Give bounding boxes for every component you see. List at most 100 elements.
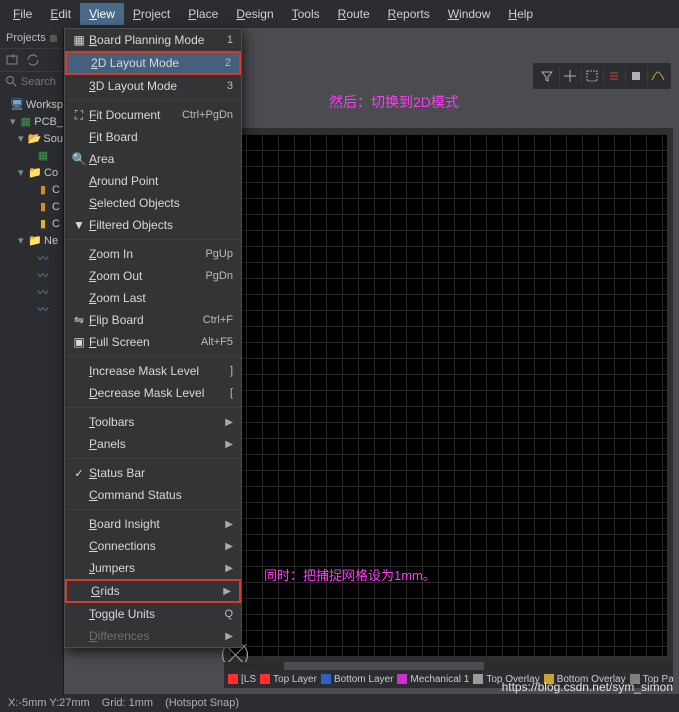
menu-item-grids[interactable]: Grids▶ — [65, 579, 241, 603]
menu-item-flip-board[interactable]: ⇋Flip BoardCtrl+F — [65, 309, 241, 331]
menu-separator — [65, 356, 241, 357]
fit-icon: ⛶ — [75, 108, 83, 123]
filter-icon[interactable] — [537, 67, 557, 85]
tree-row[interactable]: ▾▦PCB_ — [0, 113, 63, 130]
projects-header[interactable]: Projects — [0, 28, 63, 49]
menu-item-jumpers[interactable]: Jumpers▶ — [65, 557, 241, 579]
menu-item-selected-objects[interactable]: Selected Objects — [65, 192, 241, 214]
menubar: FileEditViewProjectPlaceDesignToolsRoute… — [0, 0, 679, 28]
tree-row[interactable]: 〰 — [0, 249, 63, 266]
menu-item-toggle-units[interactable]: Toggle UnitsQ — [65, 603, 241, 625]
menu-item-fit-board[interactable]: Fit Board — [65, 126, 241, 148]
menu-item-panels[interactable]: Panels▶ — [65, 433, 241, 455]
menu-item-zoom-out[interactable]: Zoom OutPgDn — [65, 265, 241, 287]
menu-view[interactable]: View — [80, 3, 124, 25]
menu-item-differences: Differences▶ — [65, 625, 241, 647]
status-snap: (Hotspot Snap) — [165, 697, 239, 709]
area-icon: 🔍 — [72, 152, 87, 166]
filter-icon: ▼ — [73, 218, 85, 232]
panel-options-icon[interactable] — [50, 35, 57, 42]
tree-row[interactable]: ▾📂Sou — [0, 130, 63, 147]
projects-title: Projects — [6, 32, 46, 44]
menu-item-decrease-mask-level[interactable]: Decrease Mask Level[ — [65, 382, 241, 404]
tree-row[interactable]: ▦ — [0, 147, 63, 164]
scrollbar-thumb[interactable] — [284, 662, 484, 670]
tree-row[interactable]: 〰 — [0, 300, 63, 317]
check-icon: ✓ — [74, 467, 83, 480]
menu-item-zoom-last[interactable]: Zoom Last — [65, 287, 241, 309]
menu-item-2d-layout-mode[interactable]: 2D Layout Mode2 — [65, 51, 241, 75]
select-icon[interactable] — [581, 67, 601, 85]
refresh-icon[interactable] — [25, 52, 41, 68]
layer-tab[interactable]: Bottom Layer — [321, 674, 393, 685]
flip-icon: ⇋ — [74, 313, 84, 327]
layer-tab[interactable]: Top Layer — [260, 674, 317, 685]
menu-item-board-insight[interactable]: Board Insight▶ — [65, 513, 241, 535]
chevron-right-icon: ▶ — [225, 417, 233, 428]
menu-edit[interactable]: Edit — [41, 3, 80, 25]
chevron-right-icon: ▶ — [225, 439, 233, 450]
menu-item-toolbars[interactable]: Toolbars▶ — [65, 411, 241, 433]
tree-row[interactable]: ▮C — [0, 181, 63, 198]
menu-project[interactable]: Project — [124, 3, 179, 25]
menu-item-fit-document[interactable]: ⛶Fit DocumentCtrl+PgDn — [65, 104, 241, 126]
menu-window[interactable]: Window — [439, 3, 500, 25]
status-coords: X:-5mm Y:27mm — [8, 697, 90, 709]
layer-tab[interactable]: [LS — [228, 674, 256, 685]
search-input[interactable] — [21, 76, 59, 88]
menu-item-command-status[interactable]: Command Status — [65, 484, 241, 506]
menu-item-3d-layout-mode[interactable]: 3D Layout Mode3 — [65, 75, 241, 97]
search-icon — [5, 75, 17, 89]
projects-tree: 🖥Worksp▾▦PCB_▾📂Sou▦▾📁Co▮C▮C▮C▾📁Ne〰〰〰〰 — [0, 92, 63, 317]
chevron-right-icon: ▶ — [223, 586, 231, 597]
horizontal-scrollbar[interactable] — [224, 662, 673, 670]
watermark: https://blog.csdn.net/sym_simon — [502, 680, 673, 694]
menu-item-filtered-objects[interactable]: ▼Filtered Objects — [65, 214, 241, 236]
menu-item-zoom-in[interactable]: Zoom InPgUp — [65, 243, 241, 265]
tree-row[interactable]: ▾📁Co — [0, 164, 63, 181]
menu-item-full-screen[interactable]: ▣Full ScreenAlt+F5 — [65, 331, 241, 353]
menu-tools[interactable]: Tools — [283, 3, 329, 25]
layer-swatch — [260, 674, 270, 684]
menu-item-increase-mask-level[interactable]: Increase Mask Level] — [65, 360, 241, 382]
crosshair-icon[interactable] — [559, 67, 579, 85]
grid-icon: ▦ — [73, 33, 84, 47]
chevron-right-icon: ▶ — [225, 563, 233, 574]
layer-swatch — [473, 674, 483, 684]
annotation-1: 然后：切换到2D模式 — [329, 92, 459, 112]
annotation-2: 同时：把捕捉网格设为1mm。 — [264, 565, 436, 584]
tree-row[interactable]: 🖥Worksp — [0, 96, 63, 113]
menu-item-connections[interactable]: Connections▶ — [65, 535, 241, 557]
route-icon[interactable] — [647, 67, 667, 85]
menu-item-around-point[interactable]: Around Point — [65, 170, 241, 192]
tree-row[interactable]: ▾📁Ne — [0, 232, 63, 249]
layer-swatch — [321, 674, 331, 684]
menu-separator — [65, 509, 241, 510]
full-icon: ▣ — [73, 335, 84, 349]
tree-row[interactable]: 〰 — [0, 266, 63, 283]
tree-row[interactable]: ▮C — [0, 198, 63, 215]
menu-separator — [65, 458, 241, 459]
layer-tab[interactable]: Mechanical 1 — [397, 674, 469, 685]
menu-place[interactable]: Place — [179, 3, 227, 25]
view-menu-dropdown: ▦Board Planning Mode12D Layout Mode23D L… — [64, 28, 242, 648]
projects-toolbar — [0, 49, 63, 72]
statusbar: X:-5mm Y:27mm Grid: 1mm (Hotspot Snap) — [0, 694, 679, 712]
projects-search[interactable] — [0, 72, 63, 92]
menu-reports[interactable]: Reports — [379, 3, 439, 25]
layers-icon[interactable] — [625, 67, 645, 85]
menu-design[interactable]: Design — [227, 3, 282, 25]
project-add-icon[interactable] — [5, 52, 21, 68]
menu-item-status-bar[interactable]: ✓Status Bar — [65, 462, 241, 484]
menu-file[interactable]: File — [4, 3, 41, 25]
menu-item-board-planning-mode[interactable]: ▦Board Planning Mode1 — [65, 29, 241, 51]
menu-item-area[interactable]: 🔍Area — [65, 148, 241, 170]
menu-help[interactable]: Help — [499, 3, 542, 25]
menu-route[interactable]: Route — [329, 3, 379, 25]
tree-row[interactable]: 〰 — [0, 283, 63, 300]
align-icon[interactable] — [603, 67, 623, 85]
projects-panel: Projects 🖥Worksp▾▦PCB_▾📂Sou▦▾📁Co▮C▮C▮C▾📁… — [0, 28, 64, 694]
layer-swatch — [228, 674, 238, 684]
tree-row[interactable]: ▮C — [0, 215, 63, 232]
chevron-right-icon: ▶ — [225, 631, 233, 642]
